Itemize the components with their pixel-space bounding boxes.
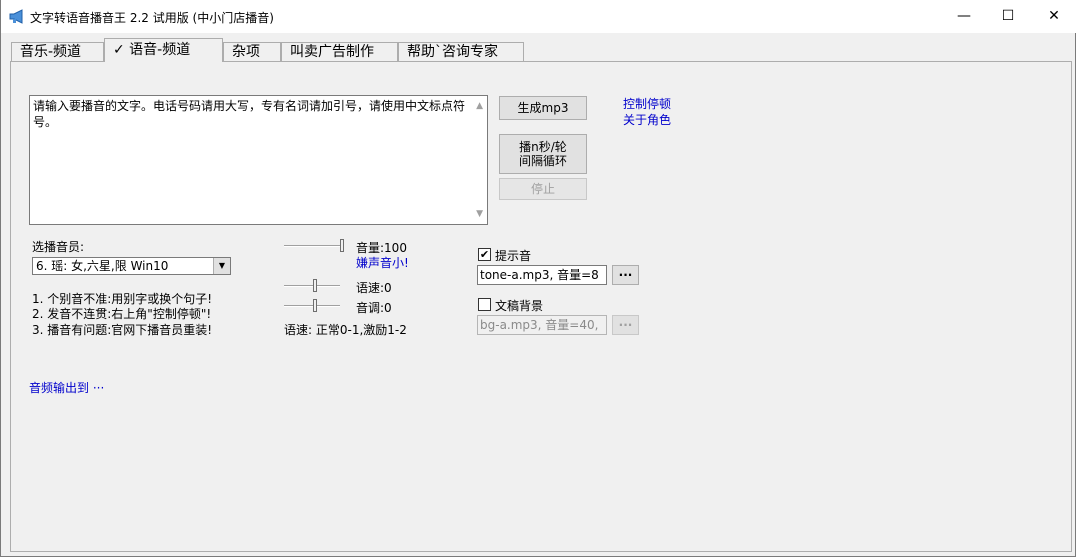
stop-button[interactable]: 停止 [499, 178, 587, 200]
background-browse-button[interactable]: ··· [612, 315, 639, 335]
minimize-button[interactable]: — [941, 0, 987, 32]
tab-music-channel[interactable]: 音乐-频道 [11, 42, 104, 62]
announcer-selected: 6. 瑶: 女,六星,限 Win10 [36, 259, 169, 273]
tab-strip: 音乐-频道 ✓ 语音-频道 杂项 叫卖广告制作 帮助`咨询专家 [1, 38, 1076, 62]
text-scrollbar[interactable]: ▲ ▼ [470, 96, 487, 224]
pitch-label: 音调:0 [356, 301, 392, 315]
speed-note: 语速: 正常0-1,激励1-2 [284, 323, 407, 337]
volume-slider-thumb[interactable] [340, 239, 344, 252]
prompt-tone-checkbox[interactable]: ✔ [478, 248, 491, 261]
noise-small-link[interactable]: 嫌声音小! [356, 254, 409, 271]
tab-help[interactable]: 帮助`咨询专家 [398, 42, 524, 62]
background-label: 文稿背景 [495, 299, 544, 313]
chevron-down-icon[interactable]: ▼ [213, 258, 230, 274]
tip-3: 3. 播音有问题:官网下播音员重装! [32, 323, 213, 337]
tab-voice-channel[interactable]: ✓ 语音-频道 [104, 38, 223, 62]
maximize-button[interactable]: ☐ [985, 0, 1031, 32]
background-checkbox[interactable] [478, 298, 491, 311]
speed-slider[interactable] [284, 279, 340, 293]
tab-ad-maker[interactable]: 叫卖广告制作 [281, 42, 398, 62]
megaphone-icon [9, 9, 23, 24]
generate-mp3-button[interactable]: 生成mp3 [499, 96, 587, 120]
tab-misc[interactable]: 杂项 [223, 42, 281, 62]
window-title: 文字转语音播音王 2.2 试用版 (中小门店播音) [30, 11, 274, 25]
volume-slider-track [284, 245, 344, 247]
pitch-slider-track [284, 305, 340, 307]
speech-text-value: 请输入要播音的文字。电话号码请用大写，专有名词请加引号，请使用中文标点符号。 [33, 99, 466, 129]
tip-2: 2. 发音不连贯:右上角"控制停顿"! [32, 307, 212, 321]
speed-label: 语速:0 [356, 281, 392, 295]
audio-output-link[interactable]: 音频输出到 ··· [29, 379, 104, 396]
announcer-select[interactable]: 6. 瑶: 女,六星,限 Win10 ▼ [32, 257, 231, 275]
speed-slider-track [284, 285, 340, 287]
scroll-up-icon[interactable]: ▲ [476, 98, 483, 114]
main-window: 文字转语音播音王 2.2 试用版 (中小门店播音) — ☐ ✕ 音乐-频道 ✓ … [0, 0, 1076, 557]
about-roles-link[interactable]: 关于角色 [623, 111, 671, 128]
loop-play-button[interactable]: 播n秒/轮 间隔循环 [499, 134, 587, 174]
volume-slider[interactable] [284, 239, 344, 253]
background-file-field[interactable]: bg-a.mp3, 音量=40, [477, 315, 607, 335]
prompt-tone-browse-button[interactable]: ··· [612, 265, 639, 285]
announcer-label: 选播音员: [32, 240, 85, 254]
close-button[interactable]: ✕ [1031, 0, 1076, 32]
pitch-slider[interactable] [284, 299, 340, 313]
speech-text-input[interactable]: 请输入要播音的文字。电话号码请用大写，专有名词请加引号，请使用中文标点符号。 ▲… [29, 95, 488, 225]
control-pause-link[interactable]: 控制停顿 [623, 95, 671, 112]
title-bar: 文字转语音播音王 2.2 试用版 (中小门店播音) — ☐ ✕ [1, 0, 1076, 33]
prompt-tone-file-field[interactable]: tone-a.mp3, 音量=8 [477, 265, 607, 285]
prompt-tone-label: 提示音 [495, 249, 532, 263]
speed-slider-thumb[interactable] [313, 279, 317, 292]
pitch-slider-thumb[interactable] [313, 299, 317, 312]
scroll-down-icon[interactable]: ▼ [476, 206, 483, 222]
